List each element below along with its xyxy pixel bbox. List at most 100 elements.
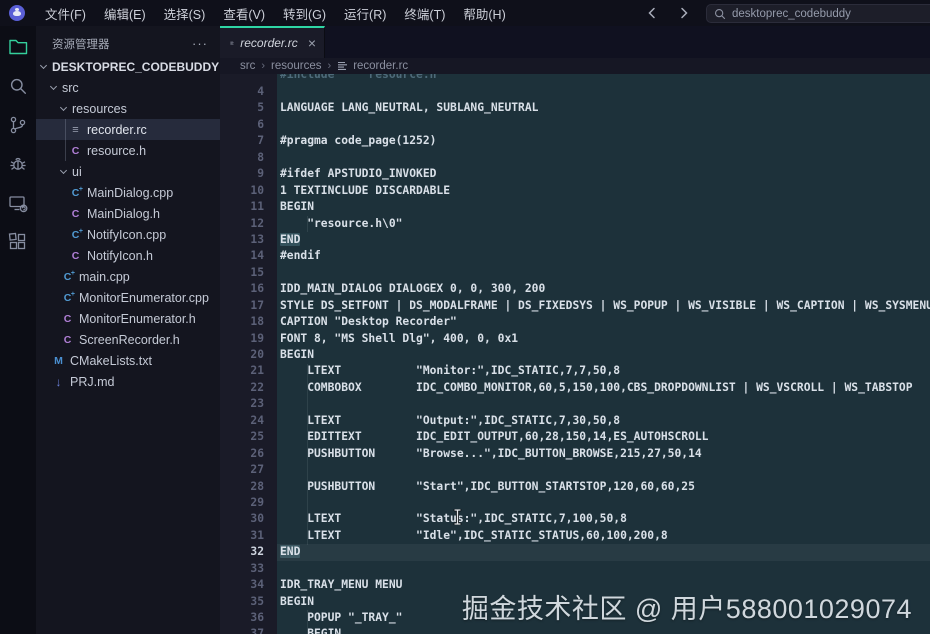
chevron-down-icon	[59, 103, 68, 111]
code-text[interactable]: 1 TEXTINCLUDE DISCARDABLE	[277, 183, 930, 199]
tree-file-MonitorEnumerator.cpp[interactable]: C MonitorEnumerator.cpp	[36, 287, 220, 308]
tree-folder-resources[interactable]: resources	[36, 98, 220, 119]
menu-item[interactable]: 编辑(E)	[95, 0, 155, 26]
remote-monitor-icon[interactable]	[6, 191, 30, 215]
code-line-5: 5 LANGUAGE LANG_NEUTRAL, SUBLANG_NEUTRAL	[220, 100, 930, 116]
tree-folder-DESKTOPREC_CODEBUDDY[interactable]: DESKTOPREC_CODEBUDDY	[36, 56, 220, 77]
cpp-file-icon: C	[69, 228, 83, 241]
code-line-8: 8	[220, 150, 930, 166]
line-number: 14	[250, 249, 264, 263]
tree-item-label: recorder.rc	[87, 122, 147, 137]
line-number: 26	[250, 446, 264, 460]
code-line-13: 13 END	[220, 232, 930, 248]
cpp-file-icon: C	[69, 186, 83, 199]
tree-file-MonitorEnumerator.h[interactable]: C MonitorEnumerator.h	[36, 308, 220, 329]
search-icon[interactable]	[6, 74, 30, 98]
search-input[interactable]	[732, 7, 912, 20]
breadcrumb-item[interactable]: resources	[271, 60, 322, 72]
tree-folder-src[interactable]: src	[36, 77, 220, 98]
code-text[interactable]	[277, 561, 930, 577]
code-text[interactable]	[277, 117, 930, 133]
code-text[interactable]: #ifdef APSTUDIO_INVOKED	[277, 166, 930, 182]
tree-file-NotifyIcon.cpp[interactable]: C NotifyIcon.cpp	[36, 224, 220, 245]
code-text[interactable]: END	[277, 232, 930, 248]
tab-recorder-rc[interactable]: recorder.rc ×	[220, 26, 325, 58]
code-line-26: 26 PUSHBUTTON "Browse...",IDC_BUTTON_BRO…	[220, 446, 930, 462]
run-debug-icon[interactable]	[6, 152, 30, 176]
command-search-box[interactable]	[706, 4, 930, 23]
breadcrumb-separator-icon: ›	[327, 59, 332, 72]
code-line-14: 14 #endif	[220, 248, 930, 264]
code-text[interactable]	[277, 396, 930, 412]
code-text[interactable]: LTEXT "Monitor:",IDC_STATIC,7,7,50,8	[277, 363, 930, 379]
code-text[interactable]	[277, 495, 930, 511]
tree-file-CMakeLists.txt[interactable]: M CMakeLists.txt	[36, 350, 220, 371]
explorer-icon[interactable]	[6, 35, 30, 59]
tree-indent-guide	[65, 119, 66, 161]
breadcrumb-separator-icon: ›	[261, 59, 266, 72]
line-number: 18	[250, 315, 264, 329]
tree-file-MainDialog.h[interactable]: C MainDialog.h	[36, 203, 220, 224]
code-line-10: 10 1 TEXTINCLUDE DISCARDABLE	[220, 183, 930, 199]
code-text[interactable]: LANGUAGE LANG_NEUTRAL, SUBLANG_NEUTRAL	[277, 100, 930, 116]
more-actions-icon[interactable]: ···	[192, 37, 208, 50]
code-text[interactable]: COMBOBOX IDC_COMBO_MONITOR,60,5,150,100,…	[277, 380, 930, 396]
breadcrumb-item[interactable]: recorder.rc	[337, 60, 408, 72]
menu-item[interactable]: 终端(T)	[395, 0, 454, 26]
code-text[interactable]: EDITTEXT IDC_EDIT_OUTPUT,60,28,150,14,ES…	[277, 429, 930, 445]
tree-file-main.cpp[interactable]: Cmain.cpp	[36, 266, 220, 287]
source-control-icon[interactable]	[6, 113, 30, 137]
tree-file-resource.h[interactable]: Cresource.h	[36, 140, 220, 161]
tree-item-label: MainDialog.h	[87, 206, 160, 221]
tree-file-MainDialog.cpp[interactable]: C MainDialog.cpp	[36, 182, 220, 203]
tree-file-NotifyIcon.h[interactable]: C NotifyIcon.h	[36, 245, 220, 266]
code-text[interactable]: "resource.h\0"	[277, 216, 930, 232]
tree-file-ScreenRecorder.h[interactable]: C ScreenRecorder.h	[36, 329, 220, 350]
menu-item[interactable]: 转到(G)	[274, 0, 335, 26]
code-text[interactable]: BEGIN	[277, 347, 930, 363]
tree-file-recorder.rc[interactable]: ≡ recorder.rc	[36, 119, 220, 140]
menu-item[interactable]: 运行(R)	[335, 0, 395, 26]
code-text[interactable]: #endif	[277, 248, 930, 264]
line-number: 10	[250, 183, 264, 197]
code-text[interactable]: BEGIN	[277, 626, 930, 634]
code-text[interactable]	[277, 84, 930, 100]
line-number: 20	[250, 348, 264, 361]
tree-item-label: CMakeLists.txt	[70, 353, 152, 368]
code-text[interactable]: LTEXT "Output:",IDC_STATIC,7,30,50,8	[277, 413, 930, 429]
code-line-27: 27	[220, 462, 930, 478]
code-text[interactable]: STYLE DS_SETFONT | DS_MODALFRAME | DS_FI…	[277, 298, 930, 314]
history-back-icon[interactable]	[644, 5, 660, 21]
menu-item[interactable]: 选择(S)	[155, 0, 215, 26]
code-text[interactable]	[277, 462, 930, 478]
code-text[interactable]	[277, 150, 930, 166]
line-number: 35	[250, 594, 264, 608]
history-forward-icon[interactable]	[676, 5, 692, 21]
line-number: 12	[250, 216, 264, 230]
code-text[interactable]: BEGIN	[277, 199, 930, 215]
breadcrumb-item[interactable]: src	[240, 60, 255, 72]
code-text[interactable]: IDD_MAIN_DIALOG DIALOGEX 0, 0, 300, 200	[277, 281, 930, 297]
code-text[interactable]: CAPTION "Desktop Recorder"	[277, 314, 930, 330]
indent-guide	[307, 610, 308, 634]
close-icon[interactable]: ×	[308, 36, 316, 50]
code-text[interactable]: #pragma code_page(1252)	[277, 133, 930, 149]
code-text[interactable]: PUSHBUTTON "Start",IDC_BUTTON_STARTSTOP,…	[277, 479, 930, 495]
code-text[interactable]: FONT 8, "MS Shell Dlg", 400, 0, 0x1	[277, 331, 930, 347]
tree-item-label: ui	[72, 164, 82, 179]
menu-item[interactable]: 帮助(H)	[454, 0, 514, 26]
h-file-icon: C	[71, 144, 80, 157]
code-text[interactable]: PUSHBUTTON "Browse...",IDC_BUTTON_BROWSE…	[277, 446, 930, 462]
code-text[interactable]: LTEXT "Idle",IDC_STATIC_STATUS,60,100,20…	[277, 528, 930, 544]
history-navigation	[644, 0, 692, 26]
line-number: 23	[250, 397, 264, 411]
code-text[interactable]	[277, 265, 930, 281]
code-line-23: 23	[220, 396, 930, 412]
menu-item[interactable]: 查看(V)	[214, 0, 274, 26]
code-text[interactable]: LTEXT "Status:",IDC_STATIC,7,100,50,8	[277, 511, 930, 527]
menu-item[interactable]: 文件(F)	[36, 0, 95, 26]
tree-file-PRJ.md[interactable]: ↓ PRJ.md	[36, 371, 220, 392]
cpp-file-icon: C	[61, 291, 75, 304]
extensions-icon[interactable]	[6, 230, 30, 254]
tree-folder-ui[interactable]: ui	[36, 161, 220, 182]
